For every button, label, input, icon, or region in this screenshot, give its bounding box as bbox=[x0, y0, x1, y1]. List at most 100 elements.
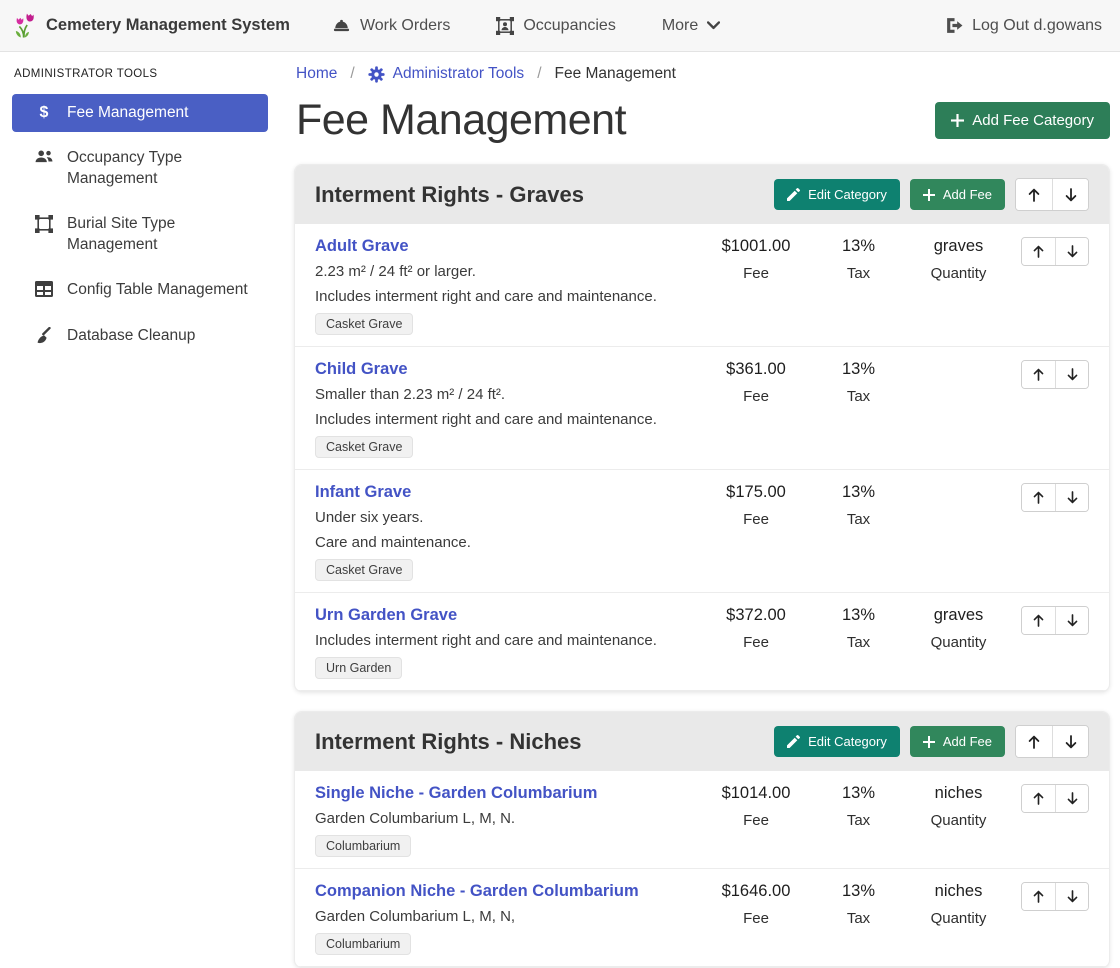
fee-type-badge: Casket Grave bbox=[315, 559, 413, 581]
fee-type-badge: Casket Grave bbox=[315, 313, 413, 335]
plus-icon bbox=[951, 114, 964, 127]
sidebar-nav: $ Fee Management bbox=[12, 94, 268, 355]
fee-description-line2: Care and maintenance. bbox=[315, 533, 693, 552]
app-brand[interactable]: Cemetery Management System bbox=[12, 12, 290, 39]
edit-category-button[interactable]: Edit Category bbox=[774, 179, 900, 210]
sidebar-item-label: Burial Site Type Management bbox=[67, 214, 260, 255]
fee-reorder-group bbox=[1021, 483, 1089, 512]
move-category-down-button[interactable] bbox=[1052, 179, 1088, 210]
fee-type-badge: Casket Grave bbox=[315, 436, 413, 458]
fee-description-line2: Includes interment right and care and ma… bbox=[315, 287, 693, 306]
tulip-logo-icon bbox=[12, 12, 36, 39]
breadcrumb-admin-tools[interactable]: Administrator Tools bbox=[368, 65, 525, 83]
add-fee-category-button[interactable]: Add Fee Category bbox=[935, 102, 1110, 139]
move-fee-down-button[interactable] bbox=[1055, 785, 1088, 812]
category-reorder-group bbox=[1015, 725, 1089, 758]
plus-icon bbox=[923, 736, 935, 748]
fee-name-link[interactable]: Child Grave bbox=[315, 359, 408, 379]
add-fee-button[interactable]: Add Fee bbox=[910, 179, 1005, 210]
arrow-up-icon bbox=[1033, 368, 1044, 381]
breadcrumb-home[interactable]: Home bbox=[296, 65, 337, 83]
users-icon bbox=[34, 149, 54, 164]
table-icon bbox=[35, 281, 53, 297]
move-fee-up-button[interactable] bbox=[1022, 361, 1055, 388]
nav-occupancies[interactable]: Occupancies bbox=[496, 17, 616, 35]
sidebar-item-label: Database Cleanup bbox=[67, 326, 195, 346]
nav-work-orders[interactable]: Work Orders bbox=[332, 17, 450, 35]
tax-value: 13% bbox=[811, 882, 906, 901]
fee-amount-label: Fee bbox=[701, 910, 811, 927]
fee-amount: $372.00 bbox=[701, 606, 811, 625]
arrow-down-icon bbox=[1067, 614, 1078, 627]
move-fee-up-button[interactable] bbox=[1022, 484, 1055, 511]
category-header: Interment Rights - Niches Edit Category bbox=[295, 712, 1109, 771]
hard-hat-icon bbox=[332, 18, 351, 34]
move-fee-down-button[interactable] bbox=[1055, 883, 1088, 910]
sidebar: ADMINISTRATOR TOOLS $ Fee Management bbox=[0, 52, 282, 939]
arrow-up-icon bbox=[1033, 614, 1044, 627]
fee-description-line1: 2.23 m² / 24 ft² or larger. bbox=[315, 262, 693, 281]
fee-type-badge: Columbarium bbox=[315, 835, 411, 857]
arrow-up-icon bbox=[1033, 245, 1044, 258]
category-header: Interment Rights - Graves Edit Category bbox=[295, 165, 1109, 224]
fee-type-badge: Urn Garden bbox=[315, 657, 402, 679]
fee-category-card: Interment Rights - Niches Edit Category bbox=[294, 711, 1110, 968]
edit-category-button[interactable]: Edit Category bbox=[774, 726, 900, 757]
quantity-label: Quantity bbox=[906, 812, 1011, 829]
tax-label: Tax bbox=[811, 910, 906, 927]
arrow-down-icon bbox=[1067, 890, 1078, 903]
fee-name-link[interactable]: Infant Grave bbox=[315, 482, 411, 502]
sidebar-item[interactable]: Config Table Management bbox=[12, 271, 268, 309]
fee-row: Urn Garden Grave Includes interment righ… bbox=[295, 593, 1109, 691]
add-fee-category-label: Add Fee Category bbox=[972, 112, 1094, 129]
move-fee-down-button[interactable] bbox=[1055, 238, 1088, 265]
move-fee-down-button[interactable] bbox=[1055, 361, 1088, 388]
nav-more[interactable]: More bbox=[662, 17, 720, 35]
quantity-unit: niches bbox=[906, 882, 1011, 901]
fee-description-line1: Includes interment right and care and ma… bbox=[315, 631, 693, 650]
move-fee-up-button[interactable] bbox=[1022, 238, 1055, 265]
category-title: Interment Rights - Graves bbox=[315, 182, 774, 208]
fee-list: Adult Grave 2.23 m² / 24 ft² or larger. … bbox=[295, 224, 1109, 691]
fee-name-link[interactable]: Urn Garden Grave bbox=[315, 605, 457, 625]
sidebar-item[interactable]: Occupancy Type Management bbox=[12, 139, 268, 198]
move-fee-down-button[interactable] bbox=[1055, 607, 1088, 634]
fee-amount: $175.00 bbox=[701, 483, 811, 502]
move-category-up-button[interactable] bbox=[1016, 179, 1052, 210]
sidebar-item[interactable]: Database Cleanup bbox=[12, 317, 268, 355]
tax-label: Tax bbox=[811, 388, 906, 405]
move-fee-up-button[interactable] bbox=[1022, 785, 1055, 812]
arrow-down-icon bbox=[1065, 735, 1077, 749]
add-fee-button[interactable]: Add Fee bbox=[910, 726, 1005, 757]
sidebar-item-label: Fee Management bbox=[67, 103, 189, 123]
logout-label: Log Out d.gowans bbox=[972, 17, 1102, 35]
move-fee-down-button[interactable] bbox=[1055, 484, 1088, 511]
occupancy-frame-icon bbox=[496, 17, 514, 35]
arrow-up-icon bbox=[1033, 890, 1044, 903]
logout-button[interactable]: Log Out d.gowans bbox=[945, 17, 1102, 35]
fee-amount: $1014.00 bbox=[701, 784, 811, 803]
quantity-label: Quantity bbox=[906, 265, 1011, 282]
edit-category-label: Edit Category bbox=[808, 734, 887, 749]
breadcrumb: Home / Administrator Tool bbox=[294, 62, 1110, 83]
breadcrumb-separator: / bbox=[537, 65, 541, 83]
plus-icon bbox=[923, 189, 935, 201]
fee-name-link[interactable]: Companion Niche - Garden Columbarium bbox=[315, 881, 639, 901]
sidebar-item[interactable]: Burial Site Type Management bbox=[12, 205, 268, 264]
move-fee-up-button[interactable] bbox=[1022, 883, 1055, 910]
pencil-icon bbox=[787, 188, 800, 201]
move-fee-up-button[interactable] bbox=[1022, 607, 1055, 634]
fee-name-link[interactable]: Single Niche - Garden Columbarium bbox=[315, 783, 597, 803]
arrow-down-icon bbox=[1067, 368, 1078, 381]
edit-category-label: Edit Category bbox=[808, 187, 887, 202]
sidebar-heading: ADMINISTRATOR TOOLS bbox=[14, 68, 268, 80]
fee-reorder-group bbox=[1021, 606, 1089, 635]
tax-value: 13% bbox=[811, 360, 906, 379]
fee-name-link[interactable]: Adult Grave bbox=[315, 236, 409, 256]
sidebar-item[interactable]: $ Fee Management bbox=[12, 94, 268, 132]
move-category-up-button[interactable] bbox=[1016, 726, 1052, 757]
fee-list: Single Niche - Garden Columbarium Garden… bbox=[295, 771, 1109, 967]
fee-reorder-group bbox=[1021, 360, 1089, 389]
move-category-down-button[interactable] bbox=[1052, 726, 1088, 757]
fee-amount: $361.00 bbox=[701, 360, 811, 379]
